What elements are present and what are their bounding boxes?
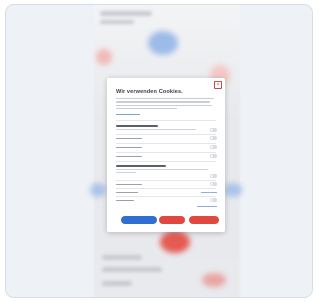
option-toggle[interactable] [210,136,217,140]
option-label [116,199,134,201]
divider [116,196,216,197]
blurred-red-shape [96,49,112,65]
option-toggle[interactable] [210,154,217,158]
option-label [116,137,142,139]
intro-paragraph [116,98,214,111]
divider [116,188,216,189]
option-toggle[interactable] [210,182,217,186]
details-link[interactable] [201,191,217,193]
section-toggle[interactable] [210,128,217,132]
section-description [116,129,196,131]
divider [116,143,216,144]
blurred-blue-shape [148,31,178,55]
option-toggle[interactable] [210,198,217,202]
divider [116,152,216,153]
dialog-title: Wir verwenden Cookies. [116,89,183,95]
section-heading [116,125,158,127]
option-label [116,155,142,157]
divider [116,120,216,121]
option-toggle[interactable] [210,145,217,149]
blurred-blue-shape [90,183,106,197]
more-info-link[interactable] [197,206,217,208]
section-description [116,172,136,174]
divider [116,161,216,162]
divider [116,134,216,135]
blurred-text [102,281,132,286]
blurred-header [100,11,152,16]
section-toggle[interactable] [210,174,217,178]
privacy-link[interactable] [116,114,140,116]
blurred-red-shape [202,273,226,287]
option-label [116,146,142,148]
blurred-blue-shape [224,183,242,197]
blurred-text [102,267,162,272]
section-heading [116,165,166,167]
section-description [116,169,208,171]
accept-all-button[interactable] [121,216,157,224]
option-label [116,191,138,193]
reject-all-button[interactable] [189,216,219,224]
divider [116,180,216,181]
option-label [116,183,142,185]
cookie-consent-dialog: × Wir verwenden Cookies. [107,78,225,232]
close-icon[interactable]: × [214,81,222,89]
blurred-red-shape [160,231,190,253]
blurred-text [102,255,142,260]
save-selection-button[interactable] [159,216,185,224]
blurred-text [100,20,134,24]
